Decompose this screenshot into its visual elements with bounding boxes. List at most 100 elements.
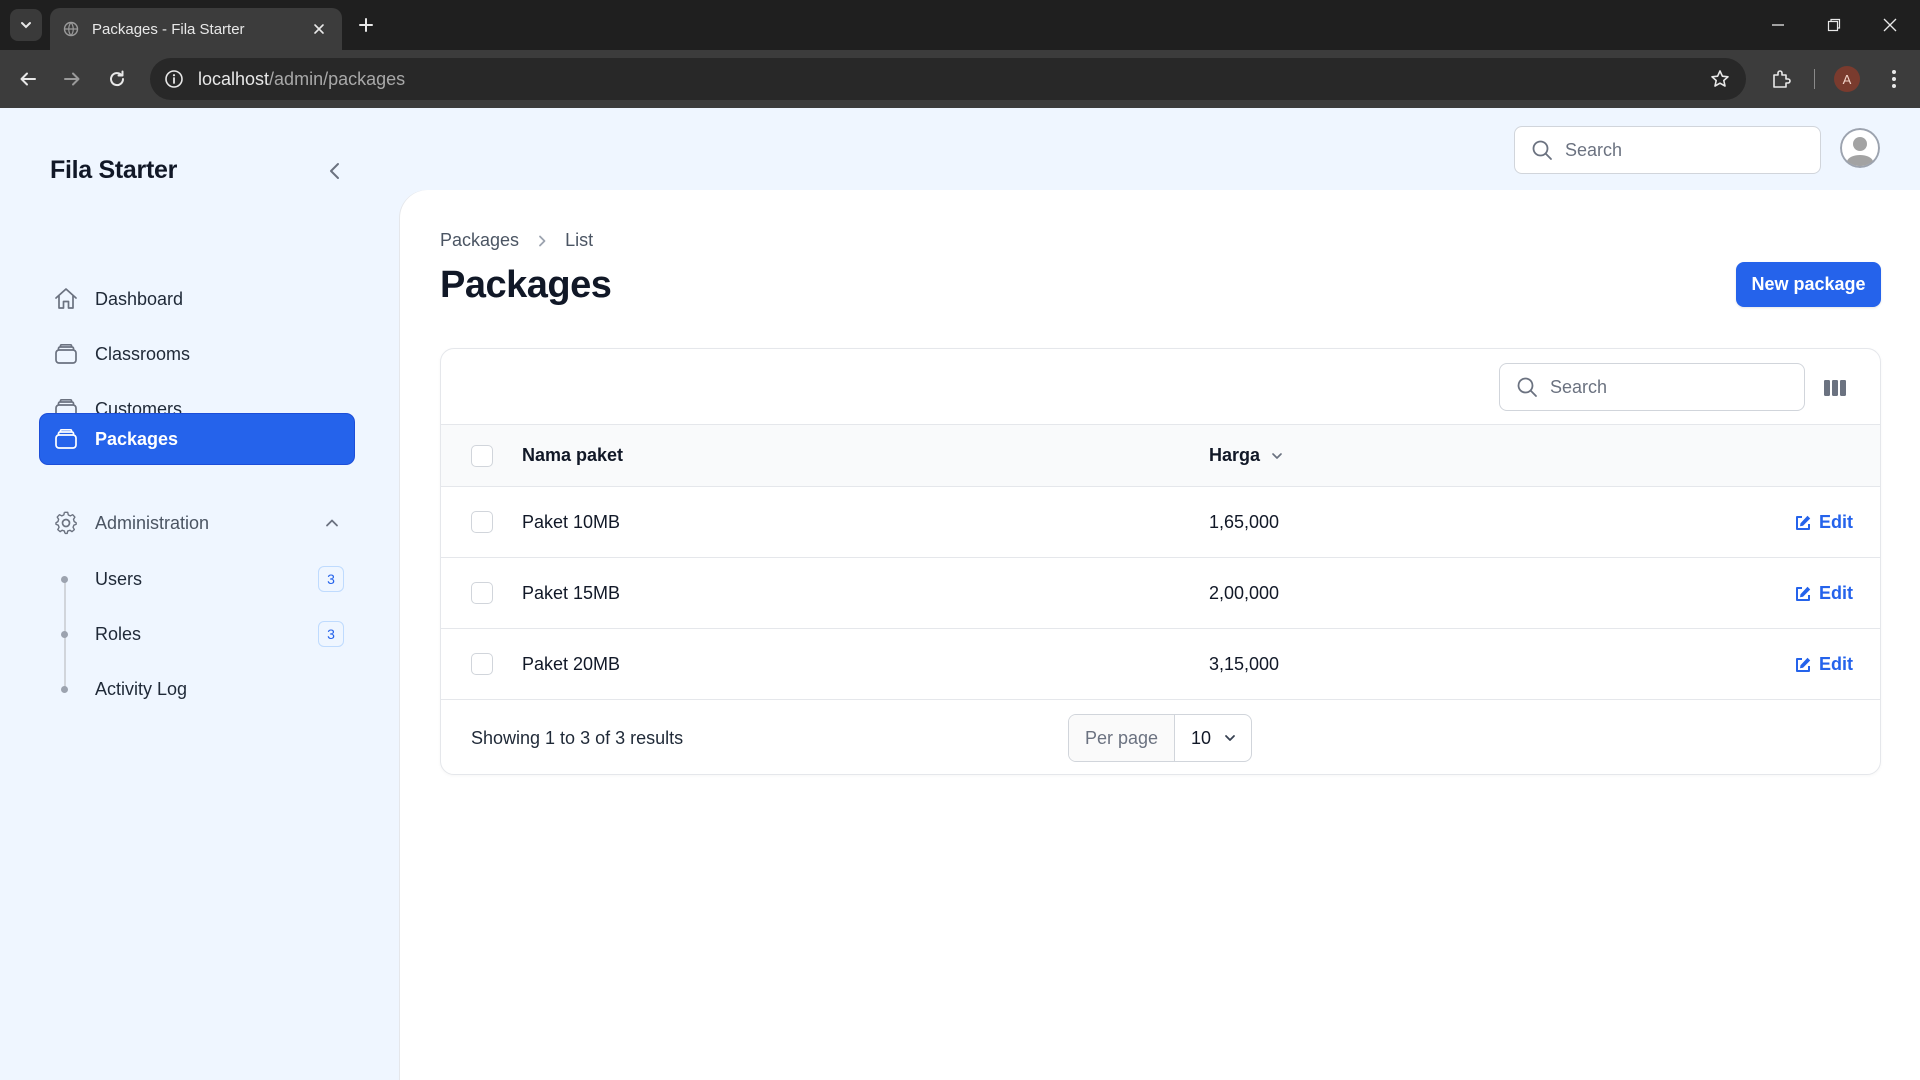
url-text: localhost/admin/packages xyxy=(198,69,405,90)
browser-tab[interactable]: Packages - Fila Starter xyxy=(50,8,342,50)
edit-button[interactable]: Edit xyxy=(1793,512,1853,533)
columns-icon xyxy=(1824,380,1846,396)
count-badge: 3 xyxy=(318,566,344,592)
table-toolbar xyxy=(441,349,1880,425)
column-header-price-label: Harga xyxy=(1209,445,1261,465)
address-bar[interactable]: localhost/admin/packages xyxy=(150,58,1746,100)
per-page-value-wrap[interactable]: 10 xyxy=(1175,715,1251,761)
global-search-input[interactable] xyxy=(1565,139,1785,161)
sidebar-item-label: Packages xyxy=(95,428,179,449)
sidebar-item-label: Users xyxy=(95,568,143,589)
table-row: Paket 10MB 1,65,000 Edit xyxy=(441,487,1880,558)
collapse-sidebar-button[interactable] xyxy=(320,156,350,186)
edit-label: Edit xyxy=(1819,512,1853,532)
column-header-price[interactable]: Harga xyxy=(1209,445,1284,466)
pagination-summary: Showing 1 to 3 of 3 results xyxy=(471,728,684,748)
table-search[interactable] xyxy=(1499,363,1805,411)
cell-name: Paket 10MB xyxy=(522,512,621,532)
sidebar-item-label: Roles xyxy=(95,623,142,644)
back-button[interactable] xyxy=(10,61,46,97)
sidebar-item-roles[interactable]: Roles 3 xyxy=(40,609,354,659)
packages-table-card: Nama paket Harga Paket 10MB 1,65,000 Edi… xyxy=(440,348,1881,775)
cell-price: 2,00,000 xyxy=(1209,583,1280,603)
close-icon[interactable] xyxy=(308,18,330,40)
chevron-down-icon xyxy=(1225,735,1235,741)
sidebar-item-label: Activity Log xyxy=(95,678,188,699)
toggle-columns-button[interactable] xyxy=(1821,374,1849,402)
arrow-left-icon xyxy=(20,72,36,86)
row-checkbox[interactable] xyxy=(471,511,493,533)
extensions-button[interactable] xyxy=(1765,63,1797,95)
chevron-up-icon[interactable] xyxy=(320,511,344,535)
chevron-left-icon xyxy=(330,163,339,179)
home-icon xyxy=(52,285,80,313)
restore-icon xyxy=(1827,18,1841,32)
row-checkbox[interactable] xyxy=(471,582,493,604)
table-search-input[interactable] xyxy=(1550,376,1770,398)
sidebar-item-label: Classrooms xyxy=(95,343,191,364)
chevron-right-icon xyxy=(535,234,549,248)
brand-name: Fila Starter xyxy=(50,156,178,184)
sidebar-group-administration[interactable]: Administration xyxy=(40,498,354,548)
sidebar-item-classrooms[interactable]: Classrooms xyxy=(40,329,354,379)
browser-profile-avatar[interactable]: A xyxy=(1834,66,1860,92)
globe-icon xyxy=(62,20,80,38)
edit-icon xyxy=(1793,513,1813,533)
browser-tabbar: Packages - Fila Starter xyxy=(0,0,1920,50)
bookmark-star-icon[interactable] xyxy=(1708,67,1732,91)
tab-list-button[interactable] xyxy=(10,9,42,41)
new-tab-button[interactable] xyxy=(352,11,380,39)
bullet-dot xyxy=(61,575,68,583)
puzzle-icon xyxy=(1773,70,1791,88)
page-title: Packages xyxy=(440,264,612,306)
plus-icon xyxy=(359,18,373,32)
user-avatar[interactable] xyxy=(1840,128,1880,168)
global-search[interactable] xyxy=(1514,126,1821,174)
table-footer: Showing 1 to 3 of 3 results Per page 10 xyxy=(441,700,1880,774)
url-host: localhost xyxy=(198,68,270,89)
search-icon xyxy=(1517,377,1537,397)
breadcrumb: Packages List xyxy=(440,230,593,251)
forward-button[interactable] xyxy=(54,61,90,97)
stack-icon xyxy=(52,340,80,368)
cell-price: 1,65,000 xyxy=(1209,512,1280,532)
stack-icon xyxy=(52,425,80,453)
per-page-value: 10 xyxy=(1191,727,1212,748)
sidebar-item-activity-log[interactable]: Activity Log xyxy=(40,664,354,714)
browser-menu-button[interactable] xyxy=(1878,63,1910,95)
edit-button[interactable]: Edit xyxy=(1793,583,1853,604)
sidebar-item-packages[interactable]: Packages xyxy=(40,414,354,464)
gear-icon xyxy=(52,509,80,537)
chevron-down-icon xyxy=(21,22,31,29)
main-content: Packages List Packages New package Nama … xyxy=(400,190,1920,1080)
close-icon xyxy=(1883,18,1897,32)
edit-label: Edit xyxy=(1819,583,1853,603)
url-path: /admin/packages xyxy=(269,68,406,89)
chevron-down-icon xyxy=(1272,452,1282,459)
cell-price: 3,15,000 xyxy=(1209,654,1280,674)
tab-title: Packages - Fila Starter xyxy=(92,20,245,38)
per-page-select[interactable]: Per page 10 xyxy=(1068,714,1252,762)
browser-toolbar: localhost/admin/packages xyxy=(0,50,1920,108)
count-badge: 3 xyxy=(318,621,344,647)
sidebar-item-dashboard[interactable]: Dashboard xyxy=(40,274,354,324)
new-package-button[interactable]: New package xyxy=(1736,262,1881,307)
edit-label: Edit xyxy=(1819,654,1853,674)
row-checkbox[interactable] xyxy=(471,653,493,675)
per-page-label: Per page xyxy=(1069,715,1175,761)
info-icon xyxy=(165,70,183,88)
table-header: Nama paket Harga xyxy=(441,425,1880,487)
restore-button[interactable] xyxy=(1806,0,1862,50)
bullet-dot xyxy=(61,630,68,638)
edit-icon xyxy=(1793,584,1813,604)
column-header-name[interactable]: Nama paket xyxy=(522,445,623,466)
reload-button[interactable] xyxy=(99,61,135,97)
minimize-button[interactable] xyxy=(1750,0,1806,50)
search-icon xyxy=(1532,140,1552,160)
breadcrumb-item-list: List xyxy=(565,230,594,250)
breadcrumb-item-packages[interactable]: Packages xyxy=(440,230,519,251)
edit-button[interactable]: Edit xyxy=(1793,654,1853,675)
sidebar-item-users[interactable]: Users 3 xyxy=(40,554,354,604)
window-close-button[interactable] xyxy=(1862,0,1918,50)
select-all-checkbox[interactable] xyxy=(471,445,493,467)
